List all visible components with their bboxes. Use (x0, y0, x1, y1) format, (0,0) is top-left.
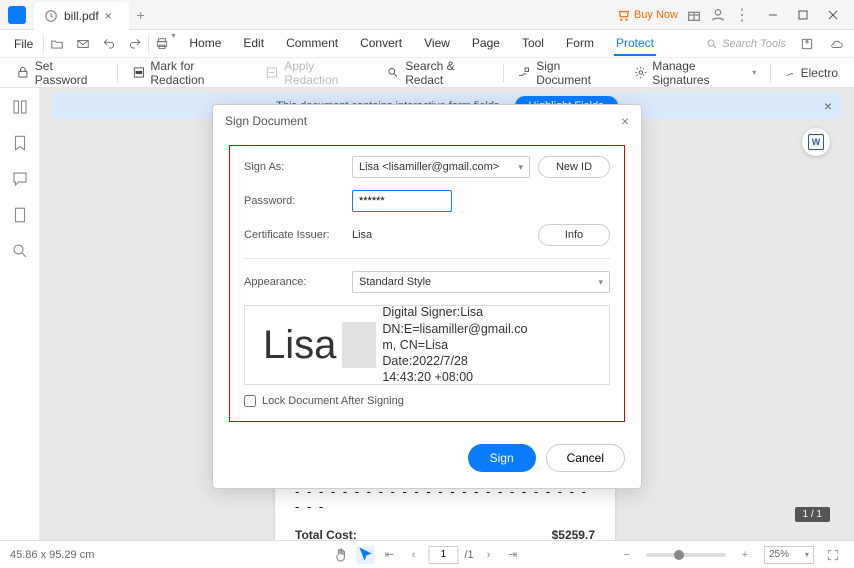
tab-form[interactable]: Form (564, 32, 596, 56)
last-page-icon[interactable]: ⇥ (504, 546, 522, 564)
add-tab-button[interactable]: + (129, 7, 153, 23)
search-redact-button[interactable]: Search & Redact (378, 56, 496, 90)
certificate-issuer-label: Certificate Issuer: (244, 229, 344, 241)
bookmark-icon[interactable] (11, 134, 29, 152)
buy-now-link[interactable]: Buy Now (616, 8, 678, 22)
minimize-button[interactable] (758, 2, 788, 28)
user-icon[interactable] (710, 7, 726, 23)
statusbar: 45.86 x 95.29 cm ⇤ ‹ /1 › ⇥ − + 25% ▾ (0, 540, 854, 568)
issuer-value: Lisa (352, 229, 530, 241)
sign-document-dialog: Sign Document × Sign As: Lisa <lisamille… (212, 104, 642, 489)
zoom-select[interactable]: 25% ▾ (764, 546, 814, 564)
mail-icon[interactable] (70, 31, 96, 57)
toolbar: Set Password Mark for Redaction Apply Re… (0, 58, 854, 88)
tab-edit[interactable]: Edit (241, 32, 266, 56)
new-id-button[interactable]: New ID (538, 156, 610, 178)
close-window-button[interactable] (818, 2, 848, 28)
open-icon[interactable] (44, 31, 70, 57)
signature-preview: Lisa Digital Signer:Lisa DN:E=lisamiller… (244, 305, 610, 385)
tab-home[interactable]: Home (187, 32, 223, 56)
thumbnails-icon[interactable] (11, 98, 29, 116)
menubar: File ▾ Home Edit Comment Convert View Pa… (0, 30, 854, 58)
comment-icon[interactable] (11, 170, 29, 188)
kebab-menu-icon[interactable]: ⋮ (734, 5, 750, 25)
first-page-icon[interactable]: ⇤ (380, 546, 398, 564)
dialog-close-icon[interactable]: × (621, 113, 629, 129)
fullscreen-icon[interactable] (824, 546, 842, 564)
next-page-icon[interactable]: › (480, 546, 498, 564)
electronic-sign-button[interactable]: Electro (777, 62, 846, 83)
tab-protect[interactable]: Protect (614, 32, 656, 56)
tab-convert[interactable]: Convert (358, 32, 404, 56)
signature-name: Lisa (263, 323, 336, 368)
attachment-icon[interactable] (11, 206, 29, 224)
left-rail (0, 88, 40, 540)
password-input[interactable] (352, 190, 452, 212)
apply-redaction-button: Apply Redaction (257, 56, 372, 90)
zoom-in-icon[interactable]: + (736, 546, 754, 564)
sign-button[interactable]: Sign (468, 444, 536, 472)
tab-label: bill.pdf (64, 9, 99, 23)
info-button[interactable]: Info (538, 224, 610, 246)
chevron-down-icon: ▾ (598, 277, 603, 288)
titlebar: bill.pdf × + Buy Now ⋮ (0, 0, 854, 30)
cloud-icon[interactable] (824, 31, 850, 57)
cancel-button[interactable]: Cancel (546, 444, 625, 472)
manage-signatures-button[interactable]: Manage Signatures ▾ (626, 56, 765, 90)
set-password-button[interactable]: Set Password (8, 56, 111, 90)
pdf-icon (44, 9, 58, 23)
sign-document-button[interactable]: Sign Document (509, 56, 619, 90)
undo-icon[interactable] (96, 31, 122, 57)
page-number-input[interactable] (428, 546, 458, 564)
hand-tool-icon[interactable] (332, 546, 350, 564)
sign-as-label: Sign As: (244, 161, 344, 173)
zoom-slider[interactable] (646, 553, 726, 557)
share-icon[interactable] (794, 31, 820, 57)
chevron-down-icon: ▾ (518, 162, 523, 173)
menu-tabs: Home Edit Comment Convert View Page Tool… (187, 32, 656, 56)
password-label: Password: (244, 195, 344, 207)
gift-icon[interactable] (686, 7, 702, 23)
page-badge: 1 / 1 (795, 507, 830, 522)
total-value: $5259.7 (552, 528, 595, 540)
appearance-label: Appearance: (244, 276, 344, 288)
prev-page-icon[interactable]: ‹ (404, 546, 422, 564)
lock-document-label: Lock Document After Signing (262, 395, 404, 407)
select-tool-icon[interactable] (356, 546, 374, 564)
tab-page[interactable]: Page (470, 32, 502, 56)
page-dimensions: 45.86 x 95.29 cm (0, 549, 94, 561)
close-tab-icon[interactable]: × (105, 9, 119, 23)
redo-icon[interactable] (122, 31, 148, 57)
lock-document-checkbox[interactable] (244, 395, 256, 407)
search-rail-icon[interactable] (11, 242, 29, 260)
document-tab[interactable]: bill.pdf × (34, 2, 129, 30)
maximize-button[interactable] (788, 2, 818, 28)
tab-tool[interactable]: Tool (520, 32, 546, 56)
file-menu[interactable]: File (4, 37, 43, 51)
search-tools[interactable]: Search Tools (706, 38, 786, 50)
mark-redaction-button[interactable]: Mark for Redaction (124, 56, 252, 90)
tab-comment[interactable]: Comment (284, 32, 340, 56)
dialog-title: Sign Document (225, 114, 307, 128)
word-export-icon[interactable]: W (802, 128, 830, 156)
app-logo (0, 0, 34, 30)
total-label: Total Cost: (295, 528, 357, 540)
appearance-select[interactable]: Standard Style ▾ (352, 271, 610, 293)
watermark-block (342, 322, 376, 368)
sign-as-select[interactable]: Lisa <lisamiller@gmail.com> ▾ (352, 156, 530, 178)
highlighted-form-area: Sign As: Lisa <lisamiller@gmail.com> ▾ N… (229, 145, 625, 422)
banner-close-icon[interactable]: × (824, 98, 832, 114)
zoom-out-icon[interactable]: − (618, 546, 636, 564)
tab-view[interactable]: View (422, 32, 452, 56)
